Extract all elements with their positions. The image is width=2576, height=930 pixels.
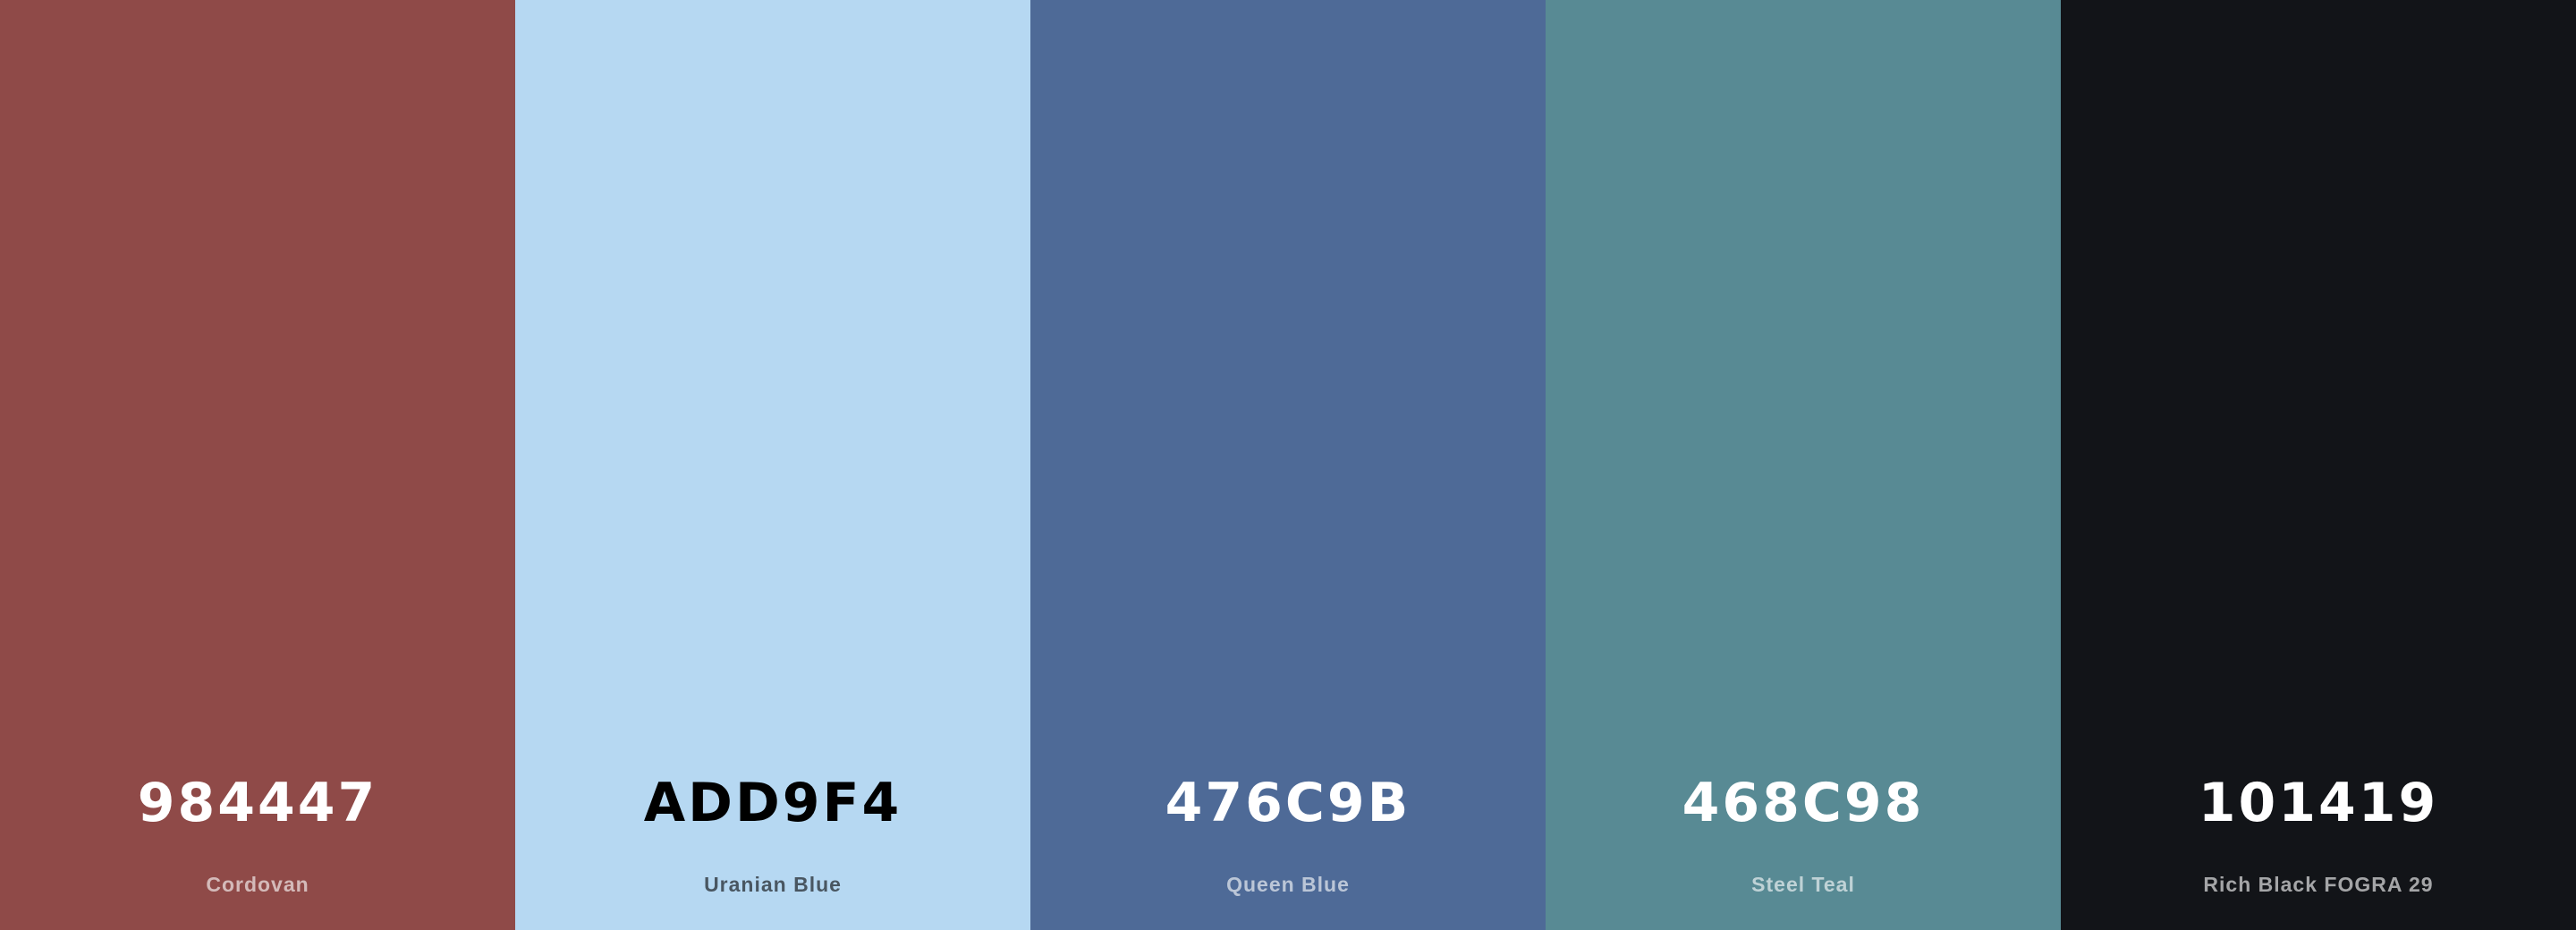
hex-code[interactable]: ADD9F4 <box>515 769 1030 837</box>
hex-code[interactable]: 468C98 <box>1546 769 2061 837</box>
color-swatch-cordovan[interactable]: 984447 Cordovan <box>0 0 515 930</box>
color-swatch-queen-blue[interactable]: 476C9B Queen Blue <box>1030 0 1546 930</box>
color-name: Cordovan <box>206 873 309 896</box>
color-palette: 984447 Cordovan ADD9F4 Uranian Blue 476C… <box>0 0 2576 930</box>
hex-code[interactable]: 476C9B <box>1030 769 1546 837</box>
color-name: Uranian Blue <box>704 873 842 896</box>
hex-code[interactable]: 101419 <box>2061 769 2576 837</box>
color-name: Steel Teal <box>1751 873 1855 896</box>
color-swatch-rich-black-fogra-29[interactable]: 101419 Rich Black FOGRA 29 <box>2061 0 2576 930</box>
color-name: Rich Black FOGRA 29 <box>2203 873 2434 896</box>
hex-code[interactable]: 984447 <box>0 769 515 837</box>
color-swatch-uranian-blue[interactable]: ADD9F4 Uranian Blue <box>515 0 1030 930</box>
color-swatch-steel-teal[interactable]: 468C98 Steel Teal <box>1546 0 2061 930</box>
color-name: Queen Blue <box>1226 873 1350 896</box>
